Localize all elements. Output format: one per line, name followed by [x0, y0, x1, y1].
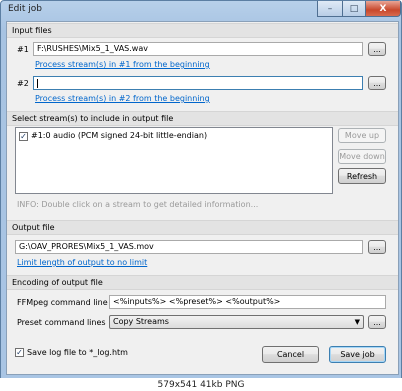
input-2-label: #2 — [17, 79, 29, 88]
output-heading: Output file — [12, 223, 55, 232]
encoding-heading: Encoding of output file — [12, 278, 103, 287]
move-down-button[interactable]: Move down — [338, 149, 386, 164]
streams-heading: Select stream(s) to include in output fi… — [12, 114, 174, 123]
input-2-process-link[interactable]: Process stream(s) in #2 from the beginni… — [35, 94, 210, 103]
save-job-button[interactable]: Save job — [329, 346, 386, 363]
input-files-heading: Input files — [12, 26, 52, 35]
input-files-section-header: Input files — [7, 23, 398, 38]
refresh-button[interactable]: Refresh — [338, 168, 386, 184]
input-2-field[interactable] — [33, 76, 363, 90]
dropdown-arrow-icon: ▼ — [354, 318, 360, 326]
ffmpeg-command-field[interactable]: <%inputs%> <%preset%> <%output%> — [109, 295, 386, 309]
cancel-button[interactable]: Cancel — [262, 346, 319, 363]
window-title: Edit job — [8, 4, 43, 14]
dialog-window: Edit job – □ X Input files #1 F:\RUSHES\… — [0, 0, 402, 379]
output-browse-button[interactable]: ... — [368, 240, 386, 254]
limit-length-link[interactable]: Limit length of output to no limit — [17, 258, 147, 267]
image-caption: 579x541 41kb PNG — [0, 378, 402, 391]
stream-item-label[interactable]: #1:0 audio (PCM signed 24-bit little-end… — [31, 131, 207, 140]
minimize-button[interactable]: – — [317, 1, 343, 17]
dialog-body: Input files #1 F:\RUSHES\Mix5_1_VAS.wav … — [6, 21, 399, 375]
input-1-field[interactable]: F:\RUSHES\Mix5_1_VAS.wav — [33, 42, 363, 56]
stream-info-text: INFO: Double click on a stream to get de… — [17, 200, 259, 209]
streams-section-header: Select stream(s) to include in output fi… — [7, 111, 398, 126]
save-log-checkbox[interactable]: ✓ — [15, 348, 24, 357]
save-log-label[interactable]: Save log file to *_log.htm — [27, 348, 128, 357]
output-section-header: Output file — [7, 220, 398, 235]
encoding-section-header: Encoding of output file — [7, 275, 398, 290]
input-1-process-link[interactable]: Process stream(s) in #1 from the beginni… — [35, 60, 210, 69]
ffmpeg-command-label: FFMpeg command line — [17, 298, 108, 307]
preset-browse-button[interactable]: ... — [368, 315, 386, 329]
preset-select[interactable]: Copy Streams ▼ — [109, 315, 364, 329]
maximize-button[interactable]: □ — [342, 1, 366, 17]
move-up-button[interactable]: Move up — [338, 128, 386, 143]
preset-command-label: Preset command lines — [17, 318, 106, 327]
input-2-browse-button[interactable]: ... — [368, 76, 386, 90]
input-1-label: #1 — [17, 45, 29, 54]
input-1-browse-button[interactable]: ... — [368, 42, 386, 56]
stream-list[interactable]: ✓ #1:0 audio (PCM signed 24-bit little-e… — [15, 127, 333, 194]
output-file-field[interactable]: G:\OAV_PRORES\Mix5_1_VAS.mov — [15, 240, 363, 254]
text-caret — [37, 79, 38, 88]
close-button[interactable]: X — [365, 1, 401, 17]
stream-checkbox[interactable]: ✓ — [19, 132, 28, 141]
